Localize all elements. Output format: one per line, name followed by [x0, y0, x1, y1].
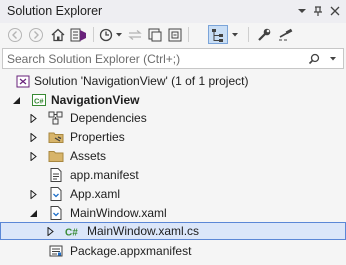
- switch-views-icon[interactable]: [69, 25, 89, 44]
- forward-icon[interactable]: [27, 25, 45, 44]
- tree-item-dependencies[interactable]: Dependencies: [0, 109, 346, 127]
- back-icon[interactable]: [6, 25, 24, 44]
- collapsed-arrow-icon[interactable]: [28, 132, 38, 142]
- show-all-files-icon[interactable]: [208, 25, 228, 44]
- settings-icon[interactable]: [255, 25, 273, 44]
- refresh-icon[interactable]: [146, 25, 164, 44]
- tree-item-mainwindow-xaml[interactable]: MainWindow.xaml: [0, 204, 346, 222]
- pin-icon[interactable]: [311, 4, 325, 18]
- tree-item-label: NavigationView: [51, 93, 140, 107]
- tree-item-label: MainWindow.xaml.cs: [87, 224, 200, 238]
- collapsed-arrow-icon[interactable]: [28, 151, 38, 161]
- chevron-down-icon[interactable]: [295, 4, 309, 18]
- folder-icon: [48, 148, 64, 164]
- csharp-file-icon: C#: [65, 223, 81, 239]
- expanded-arrow-icon[interactable]: [11, 95, 21, 105]
- svg-text:C#: C#: [34, 97, 44, 106]
- svg-text:C#: C#: [65, 228, 78, 239]
- tree-item-project[interactable]: C# NavigationView: [0, 91, 346, 109]
- solution-icon: [15, 73, 31, 89]
- solution-tree: Solution 'NavigationView' (1 of 1 projec…: [0, 72, 346, 265]
- tree-item-label: app.manifest: [70, 168, 139, 182]
- properties-folder-icon: [48, 129, 64, 145]
- tree-item-label: Dependencies: [70, 111, 147, 125]
- home-icon[interactable]: [49, 25, 67, 44]
- tree-item-label: Solution 'NavigationView' (1 of 1 projec…: [34, 74, 249, 88]
- search-options-dropdown-icon[interactable]: [325, 49, 341, 68]
- pending-changes-filter-icon[interactable]: [98, 25, 124, 44]
- sync-with-active-document-icon[interactable]: [126, 25, 144, 44]
- close-icon[interactable]: [328, 4, 342, 18]
- tree-item-label: Properties: [70, 130, 125, 144]
- search-input[interactable]: Search Solution Explorer (Ctrl+;): [7, 52, 180, 66]
- tree-item-label: Assets: [70, 149, 107, 163]
- preview-selected-items-icon[interactable]: [276, 25, 294, 44]
- dependencies-icon: [48, 110, 64, 126]
- tree-item-app-manifest[interactable]: app.manifest: [0, 166, 346, 184]
- search-icon[interactable]: [305, 49, 323, 68]
- search-box[interactable]: Search Solution Explorer (Ctrl+;): [2, 48, 344, 69]
- tree-item-package-appxmanifest[interactable]: Package.appxmanifest: [0, 242, 346, 260]
- tree-item-properties[interactable]: Properties: [0, 128, 346, 146]
- tree-item-mainwindow-xaml-cs[interactable]: C# MainWindow.xaml.cs: [0, 222, 346, 240]
- expanded-arrow-icon[interactable]: [28, 208, 38, 218]
- tree-item-label: App.xaml: [70, 187, 121, 201]
- window-title: Solution Explorer: [7, 4, 103, 18]
- tree-item-app-xaml[interactable]: App.xaml: [0, 185, 346, 203]
- manifest-file-icon: [48, 167, 64, 183]
- title-bar: Solution Explorer: [0, 0, 346, 23]
- toolbar: [0, 23, 346, 46]
- collapsed-arrow-icon[interactable]: [28, 189, 38, 199]
- xaml-file-icon: [48, 205, 64, 221]
- tree-item-solution[interactable]: Solution 'NavigationView' (1 of 1 projec…: [0, 72, 346, 90]
- show-all-files-dropdown-icon[interactable]: [229, 25, 241, 44]
- tree-item-assets[interactable]: Assets: [0, 147, 346, 165]
- xaml-file-icon: [48, 186, 64, 202]
- collapsed-arrow-icon[interactable]: [45, 226, 55, 236]
- tree-item-label: MainWindow.xaml: [70, 206, 167, 220]
- csharp-project-icon: C#: [31, 92, 47, 108]
- appx-manifest-icon: [48, 243, 64, 259]
- collapse-all-icon[interactable]: [166, 25, 184, 44]
- collapsed-arrow-icon[interactable]: [28, 113, 38, 123]
- tree-item-label: Package.appxmanifest: [70, 244, 192, 258]
